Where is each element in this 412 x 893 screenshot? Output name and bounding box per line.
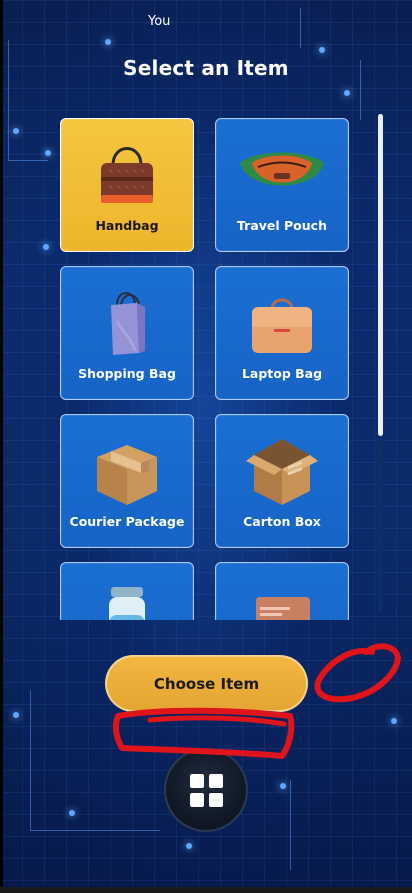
- screen-edge: [0, 0, 3, 893]
- item-tile-jar[interactable]: [60, 562, 194, 620]
- item-label: Shopping Bag: [78, 366, 176, 381]
- circuit-dot: [280, 783, 286, 789]
- item-label: Courier Package: [69, 514, 185, 529]
- user-label: You: [148, 14, 171, 29]
- grid-menu-button[interactable]: [164, 748, 248, 832]
- circuit-line: [30, 830, 160, 831]
- item-label: Handbag: [95, 218, 159, 233]
- choose-item-button[interactable]: Choose Item: [105, 655, 308, 712]
- item-tile-envelope[interactable]: [215, 562, 349, 620]
- circuit-line: [300, 8, 301, 48]
- item-label: Carton Box: [243, 514, 321, 529]
- travel-pouch-icon: [216, 133, 348, 213]
- circuit-dot: [13, 128, 19, 134]
- scrollbar-thumb[interactable]: [378, 114, 383, 436]
- circuit-line: [290, 780, 291, 870]
- courier-package-icon: [61, 429, 193, 509]
- circuit-line: [30, 690, 31, 830]
- item-label: Travel Pouch: [237, 218, 327, 233]
- circuit-dot: [13, 712, 19, 718]
- item-tile-carton-box[interactable]: Carton Box: [215, 414, 349, 548]
- circuit-dot: [43, 244, 49, 250]
- jar-icon: [61, 577, 193, 620]
- circuit-dot: [391, 718, 397, 724]
- page-title: Select an Item: [123, 56, 289, 80]
- item-grid[interactable]: Handbag Travel Pouch Shopping Bag Laptop…: [60, 118, 355, 620]
- laptop-bag-icon: [216, 281, 348, 361]
- circuit-dot: [69, 810, 75, 816]
- envelope-icon: [216, 577, 348, 620]
- circuit-dot: [186, 843, 192, 849]
- circuit-dot: [319, 47, 325, 53]
- circuit-dot: [105, 39, 111, 45]
- shopping-bag-icon: [61, 281, 193, 361]
- item-tile-laptop-bag[interactable]: Laptop Bag: [215, 266, 349, 400]
- handbag-icon: [61, 133, 193, 213]
- carton-box-icon: [216, 429, 348, 509]
- item-tile-shopping-bag[interactable]: Shopping Bag: [60, 266, 194, 400]
- circuit-line: [8, 160, 48, 161]
- screen-bottom-edge: [0, 887, 412, 893]
- item-label: Laptop Bag: [241, 366, 323, 381]
- grid-icon: [189, 773, 223, 807]
- item-tile-courier-package[interactable]: Courier Package: [60, 414, 194, 548]
- circuit-dot: [344, 90, 350, 96]
- item-tile-travel-pouch[interactable]: Travel Pouch: [215, 118, 349, 252]
- item-tile-handbag[interactable]: Handbag: [60, 118, 194, 252]
- circuit-dot: [45, 150, 51, 156]
